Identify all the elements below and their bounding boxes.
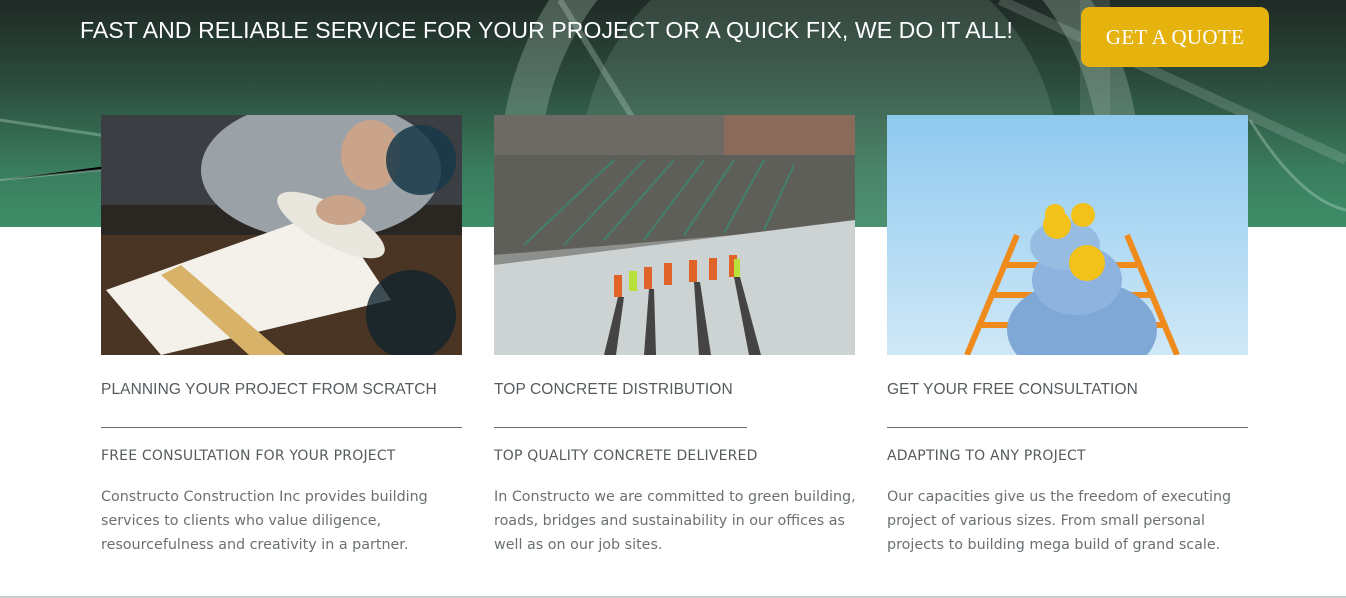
card-title: PLANNING YOUR PROJECT FROM SCRATCH <box>101 381 437 398</box>
card-description: In Constructo we are committed to green … <box>494 489 856 553</box>
card-title: TOP CONCRETE DISTRIBUTION <box>494 381 733 398</box>
service-card-concrete: TOP CONCRETE DISTRIBUTION TOP QUALITY CO… <box>494 115 856 553</box>
hero-tagline: FAST AND RELIABLE SERVICE FOR YOUR PROJE… <box>80 17 1013 43</box>
card-description: Our capacities give us the freedom of ex… <box>887 489 1232 553</box>
card-title: GET YOUR FREE CONSULTATION <box>887 381 1138 398</box>
card-divider <box>887 427 1248 428</box>
get-a-quote-button[interactable]: GET A QUOTE <box>1081 7 1269 67</box>
card-subtitle: TOP QUALITY CONCRETE DELIVERED <box>494 448 758 464</box>
service-card-consultation: GET YOUR FREE CONSULTATION ADAPTING TO A… <box>887 115 1248 553</box>
service-card-planning: PLANNING YOUR PROJECT FROM SCRATCH FREE … <box>101 115 462 553</box>
card-description: Constructo Construction Inc provides bui… <box>101 489 428 553</box>
card-divider <box>494 427 747 428</box>
planning-photo <box>101 115 462 355</box>
card-subtitle: FREE CONSULTATION FOR YOUR PROJECT <box>101 448 396 464</box>
card-divider <box>101 427 462 428</box>
concrete-site-photo <box>494 115 855 355</box>
workers-ladder-photo <box>887 115 1248 355</box>
card-subtitle: ADAPTING TO ANY PROJECT <box>887 448 1086 464</box>
